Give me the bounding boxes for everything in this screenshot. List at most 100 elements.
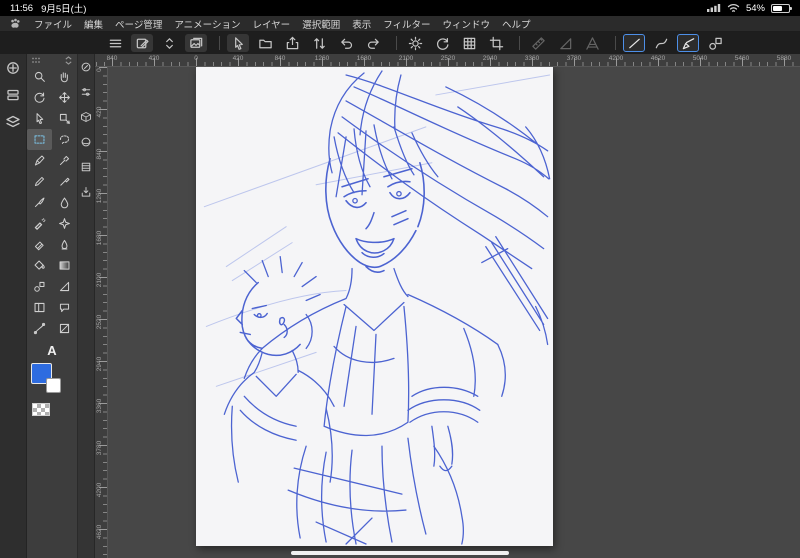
tool-watercolor[interactable] <box>52 192 77 213</box>
ruler-label: 1260 <box>314 55 330 62</box>
sketch-artwork <box>203 70 551 545</box>
ruler-label: 4620 <box>96 524 103 540</box>
redo-icon[interactable] <box>362 34 384 52</box>
tool-move-layer[interactable] <box>52 87 77 108</box>
ruler-label: 2520 <box>440 55 456 62</box>
ruler-label: 5040 <box>692 55 708 62</box>
ruler-label: 840 <box>96 148 103 160</box>
ruler-label: 2940 <box>482 55 498 62</box>
tool-hand[interactable] <box>52 66 77 87</box>
tool-balloon[interactable] <box>52 297 77 318</box>
menu-item[interactable]: ファイル <box>34 17 72 31</box>
tool-decoration[interactable] <box>52 213 77 234</box>
layer-dock-icon[interactable] <box>5 114 21 130</box>
ruler-label: 0 <box>96 68 103 72</box>
open-file-icon[interactable] <box>254 34 276 52</box>
line-curve-icon[interactable] <box>650 34 672 52</box>
tool-eyedropper[interactable] <box>52 150 77 171</box>
transparent-color-swatch[interactable] <box>32 403 50 416</box>
main-toolbar <box>0 32 800 54</box>
figure-shapes-icon[interactable] <box>704 34 726 52</box>
menu-item[interactable]: 選択範囲 <box>302 17 340 31</box>
menu-item[interactable]: ヘルプ <box>502 17 531 31</box>
toolbar-separator <box>615 36 616 50</box>
cube-3d-icon[interactable] <box>80 111 92 123</box>
canvas-page[interactable] <box>196 67 553 546</box>
ruler-label: 420 <box>148 55 160 62</box>
menu-item[interactable]: 表示 <box>352 17 371 31</box>
menu-item[interactable]: レイヤー <box>252 17 290 31</box>
home-indicator[interactable] <box>291 551 509 555</box>
palette-header[interactable] <box>27 54 77 66</box>
snap-ruler-icon[interactable] <box>527 34 549 52</box>
tool-text[interactable]: A <box>27 341 77 359</box>
tool-brush[interactable] <box>27 192 52 213</box>
battery-icon <box>771 3 792 13</box>
tool-ruler[interactable] <box>52 276 77 297</box>
share-export-icon[interactable] <box>281 34 303 52</box>
toolbar-separator <box>396 36 397 50</box>
workspace-circle-icon[interactable] <box>5 60 21 76</box>
sphere-material-icon[interactable] <box>80 136 92 148</box>
tool-frame-border[interactable] <box>27 297 52 318</box>
menu-item[interactable]: フィルター <box>383 17 430 31</box>
tool-zoom[interactable] <box>27 66 52 87</box>
tool-property-icon[interactable] <box>80 86 92 98</box>
tool-gradient[interactable] <box>52 255 77 276</box>
cellular-icon <box>706 4 721 12</box>
reorder-icon[interactable] <box>308 34 330 52</box>
status-bar: 11:56 9月5日(土) 54% <box>0 0 800 16</box>
tool-pencil[interactable] <box>27 171 52 192</box>
material-download-icon[interactable] <box>80 186 92 198</box>
line-straight-icon[interactable] <box>623 34 645 52</box>
menu-item[interactable]: アニメーション <box>174 17 240 31</box>
material-stack-icon[interactable] <box>80 161 92 173</box>
tool-lasso[interactable] <box>52 129 77 150</box>
tool-marquee[interactable] <box>27 129 52 150</box>
ruler-label: 840 <box>106 55 118 62</box>
menu-item[interactable]: ウィンドウ <box>443 17 491 31</box>
trim-crop-icon[interactable] <box>485 34 507 52</box>
canvas-viewport[interactable] <box>108 67 800 558</box>
tool-palette: A <box>27 54 78 558</box>
tool-fill[interactable] <box>27 255 52 276</box>
menu-icon[interactable] <box>104 34 126 52</box>
tool-panel[interactable] <box>52 318 77 339</box>
touch-pointer-icon[interactable] <box>227 34 249 52</box>
left-dock <box>0 54 27 558</box>
ruler-label: 840 <box>274 55 286 62</box>
ruler-label: 5460 <box>734 55 750 62</box>
navigator-icon[interactable] <box>80 61 92 73</box>
sub-tool-bar <box>78 54 95 558</box>
tool-eraser[interactable] <box>27 234 52 255</box>
tool-pen[interactable] <box>27 150 52 171</box>
tool-figure[interactable] <box>27 276 52 297</box>
ruler-label: 2100 <box>398 55 414 62</box>
grid-icon[interactable] <box>458 34 480 52</box>
tool-rotate-canvas[interactable] <box>27 87 52 108</box>
tool-select-object[interactable] <box>52 108 77 129</box>
menu-item[interactable]: 編集 <box>84 17 103 31</box>
brightness-settings-icon[interactable] <box>404 34 426 52</box>
line-polyline-icon[interactable] <box>677 34 699 52</box>
ruler-label: 5880 <box>776 55 792 62</box>
tool-blend[interactable] <box>52 234 77 255</box>
tool-line-correction[interactable] <box>27 318 52 339</box>
tool-operate-object[interactable] <box>27 108 52 129</box>
sub-color-swatch[interactable] <box>46 378 61 393</box>
toolbar-separator <box>519 36 520 50</box>
date: 9月5日(土) <box>41 4 87 15</box>
palette-collapse-icon[interactable] <box>64 55 73 65</box>
rotate-reset-icon[interactable] <box>431 34 453 52</box>
page-flip-icon[interactable] <box>158 34 180 52</box>
snap-grid-icon[interactable] <box>581 34 603 52</box>
menu-item[interactable]: ページ管理 <box>115 17 162 31</box>
tool-marker[interactable] <box>52 171 77 192</box>
gallery-icon[interactable] <box>185 34 207 52</box>
palette-dock-icon[interactable] <box>5 87 21 103</box>
snap-special-ruler-icon[interactable] <box>554 34 576 52</box>
canvas-region: 840 420 0 420 840 1260 1680 2100 2520 2940 3360 378… <box>95 54 800 558</box>
undo-icon[interactable] <box>335 34 357 52</box>
tool-airbrush[interactable] <box>27 213 52 234</box>
canvas-edit-icon[interactable] <box>131 34 153 52</box>
